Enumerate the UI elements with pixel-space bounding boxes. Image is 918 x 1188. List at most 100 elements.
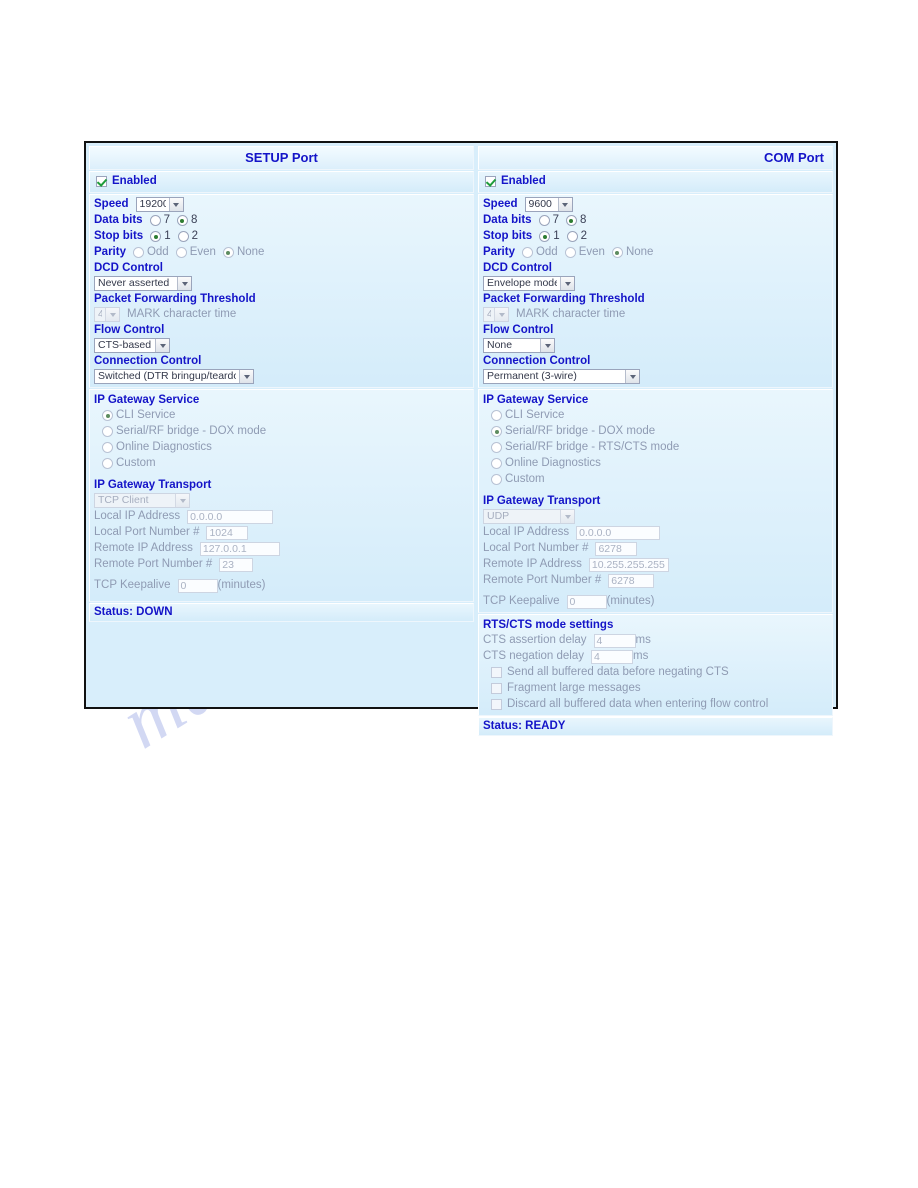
setup-remote-port-input[interactable]: 23 [219, 557, 254, 572]
com-keepalive-row[interactable]: TCP Keepalive 0 (minutes) [483, 594, 828, 609]
com-remote-ip-row[interactable]: Remote IP Address 10.255.255.255 [483, 557, 828, 572]
setup-gateway-service-radio-dox[interactable] [102, 426, 113, 437]
setup-gateway-transport-row[interactable]: TCP Client [94, 493, 469, 508]
com-gateway-service-radio-rtscts[interactable] [491, 442, 502, 453]
setup-gateway-service-option-cli[interactable]: CLI Service [102, 408, 469, 423]
com-gateway-service-option-rtscts[interactable]: Serial/RF bridge - RTS/CTS mode [491, 440, 828, 455]
com-send-buffered-checkbox[interactable] [491, 667, 502, 678]
setup-parity-radio-odd[interactable] [132, 247, 144, 258]
setup-stop-bits-radio-2[interactable] [177, 231, 189, 242]
setup-port-enabled-row[interactable]: Enabled [89, 171, 474, 193]
com-parity-radio-odd[interactable] [521, 247, 533, 258]
com-speed-row[interactable]: Speed 9600 [483, 197, 828, 212]
com-remote-port-input[interactable]: 6278 [608, 573, 655, 588]
setup-remote-port-row[interactable]: Remote Port Number # 23 [94, 557, 469, 572]
setup-gateway-service-option-dox[interactable]: Serial/RF bridge - DOX mode [102, 424, 469, 439]
com-packet-threshold-select[interactable]: 4 [483, 307, 509, 322]
setup-enabled-checkbox[interactable] [96, 176, 107, 187]
com-local-port-input[interactable]: 6278 [595, 541, 638, 556]
com-gateway-service-option-diagnostics[interactable]: Online Diagnostics [491, 456, 828, 471]
com-cts-assertion-delay-input[interactable]: 4 [593, 633, 636, 648]
com-gateway-service-option-custom[interactable]: Custom [491, 472, 828, 487]
com-local-port-row[interactable]: Local Port Number # 6278 [483, 541, 828, 556]
com-gateway-service-option-cli[interactable]: CLI Service [491, 408, 828, 423]
setup-remote-ip-input[interactable]: 127.0.0.1 [199, 541, 280, 556]
com-connection-control-select[interactable]: Permanent (3-wire) [483, 369, 640, 384]
com-flow-control-row[interactable]: None [483, 338, 828, 353]
setup-dcd-control-row[interactable]: Never asserted [94, 276, 469, 291]
setup-gateway-service-option-diagnostics[interactable]: Online Diagnostics [102, 440, 469, 455]
com-enabled-label: Enabled [501, 175, 546, 187]
setup-remote-ip-row[interactable]: Remote IP Address 127.0.0.1 [94, 541, 469, 556]
com-gateway-service-radio-cli[interactable] [491, 410, 502, 421]
com-cts-assertion-delay-row[interactable]: CTS assertion delay 4 ms [483, 633, 828, 648]
com-port-enabled-row[interactable]: Enabled [478, 171, 833, 193]
com-parity-radio-none[interactable] [611, 247, 623, 258]
setup-data-bits-radio-8[interactable] [176, 215, 188, 226]
com-dcd-control-row[interactable]: Envelope mode [483, 276, 828, 291]
setup-keepalive-units: (minutes) [217, 579, 266, 591]
com-parity-row[interactable]: Parity Odd Even None [483, 245, 828, 260]
com-flow-control-select[interactable]: None [483, 338, 555, 353]
setup-parity-radio-even[interactable] [175, 247, 187, 258]
com-keepalive-input[interactable]: 0 [566, 594, 607, 609]
com-gateway-service-radio-custom[interactable] [491, 474, 502, 485]
setup-local-port-row[interactable]: Local Port Number # 1024 [94, 525, 469, 540]
com-gateway-service-radio-diagnostics[interactable] [491, 458, 502, 469]
setup-dcd-control-select[interactable]: Never asserted [94, 276, 192, 291]
setup-connection-control-select[interactable]: Switched (DTR bringup/teardown) [94, 369, 254, 384]
setup-connection-control-row[interactable]: Switched (DTR bringup/teardown) [94, 369, 469, 384]
setup-parity-row[interactable]: Parity Odd Even None [94, 245, 469, 260]
setup-speed-row[interactable]: Speed 19200 [94, 197, 469, 212]
com-rtscts-checkbox-discard[interactable]: Discard all buffered data when entering … [491, 697, 828, 712]
com-data-bits-radio-8[interactable] [565, 215, 577, 226]
setup-keepalive-row[interactable]: TCP Keepalive 0 (minutes) [94, 578, 469, 593]
com-enabled-checkbox[interactable] [485, 176, 496, 187]
setup-keepalive-input[interactable]: 0 [177, 578, 218, 593]
setup-local-ip-row[interactable]: Local IP Address 0.0.0.0 [94, 509, 469, 524]
com-dcd-control-select[interactable]: Envelope mode [483, 276, 575, 291]
setup-data-bits-row[interactable]: Data bits 7 8 [94, 213, 469, 228]
com-stop-bits-radio-2[interactable] [566, 231, 578, 242]
com-stop-bits-radio-1[interactable] [539, 231, 551, 242]
setup-parity-radio-none[interactable] [222, 247, 234, 258]
setup-gateway-transport-select[interactable]: TCP Client [94, 493, 190, 508]
com-data-bits-radio-7[interactable] [538, 215, 550, 226]
setup-stop-bits-row[interactable]: Stop bits 1 2 [94, 229, 469, 244]
setup-stop-bits-radio-1[interactable] [150, 231, 162, 242]
setup-local-ip-input[interactable]: 0.0.0.0 [187, 509, 274, 524]
setup-speed-select[interactable]: 19200 [135, 197, 184, 212]
setup-gateway-service-radio-custom[interactable] [102, 458, 113, 469]
setup-gateway-service-radio-cli[interactable] [102, 410, 113, 421]
com-rtscts-checkbox-fragment[interactable]: Fragment large messages [491, 681, 828, 696]
com-rtscts-checkbox-send-buffered[interactable]: Send all buffered data before negating C… [491, 665, 828, 680]
setup-gateway-transport-value: TCP Client [98, 494, 149, 506]
setup-packet-threshold-row[interactable]: 4 MARK character time [94, 307, 469, 322]
setup-flow-control-row[interactable]: CTS-based [94, 338, 469, 353]
com-remote-ip-input[interactable]: 10.255.255.255 [588, 557, 669, 572]
com-fragment-messages-checkbox[interactable] [491, 683, 502, 694]
setup-gateway-section: IP Gateway Service CLI Service Serial/RF… [89, 389, 474, 602]
com-data-bits-row[interactable]: Data bits 7 8 [483, 213, 828, 228]
com-discard-buffered-checkbox[interactable] [491, 699, 502, 710]
setup-local-port-input[interactable]: 1024 [206, 525, 249, 540]
com-packet-threshold-row[interactable]: 4 MARK character time [483, 307, 828, 322]
com-parity-radio-even[interactable] [564, 247, 576, 258]
setup-packet-threshold-select[interactable]: 4 [94, 307, 120, 322]
com-local-ip-row[interactable]: Local IP Address 0.0.0.0 [483, 525, 828, 540]
com-gateway-transport-select[interactable]: UDP [483, 509, 575, 524]
com-stop-bits-row[interactable]: Stop bits 1 2 [483, 229, 828, 244]
setup-gateway-service-radio-diagnostics[interactable] [102, 442, 113, 453]
com-connection-control-row[interactable]: Permanent (3-wire) [483, 369, 828, 384]
com-gateway-service-option-dox[interactable]: Serial/RF bridge - DOX mode [491, 424, 828, 439]
com-local-ip-input[interactable]: 0.0.0.0 [576, 525, 661, 540]
com-gateway-service-radio-dox[interactable] [491, 426, 502, 437]
com-remote-port-row[interactable]: Remote Port Number # 6278 [483, 573, 828, 588]
com-cts-negation-delay-row[interactable]: CTS negation delay 4 ms [483, 649, 828, 664]
com-gateway-transport-row[interactable]: UDP [483, 509, 828, 524]
setup-gateway-service-option-custom[interactable]: Custom [102, 456, 469, 471]
setup-data-bits-radio-7[interactable] [149, 215, 161, 226]
setup-flow-control-select[interactable]: CTS-based [94, 338, 170, 353]
com-cts-negation-delay-input[interactable]: 4 [591, 649, 634, 664]
com-speed-select[interactable]: 9600 [524, 197, 573, 212]
